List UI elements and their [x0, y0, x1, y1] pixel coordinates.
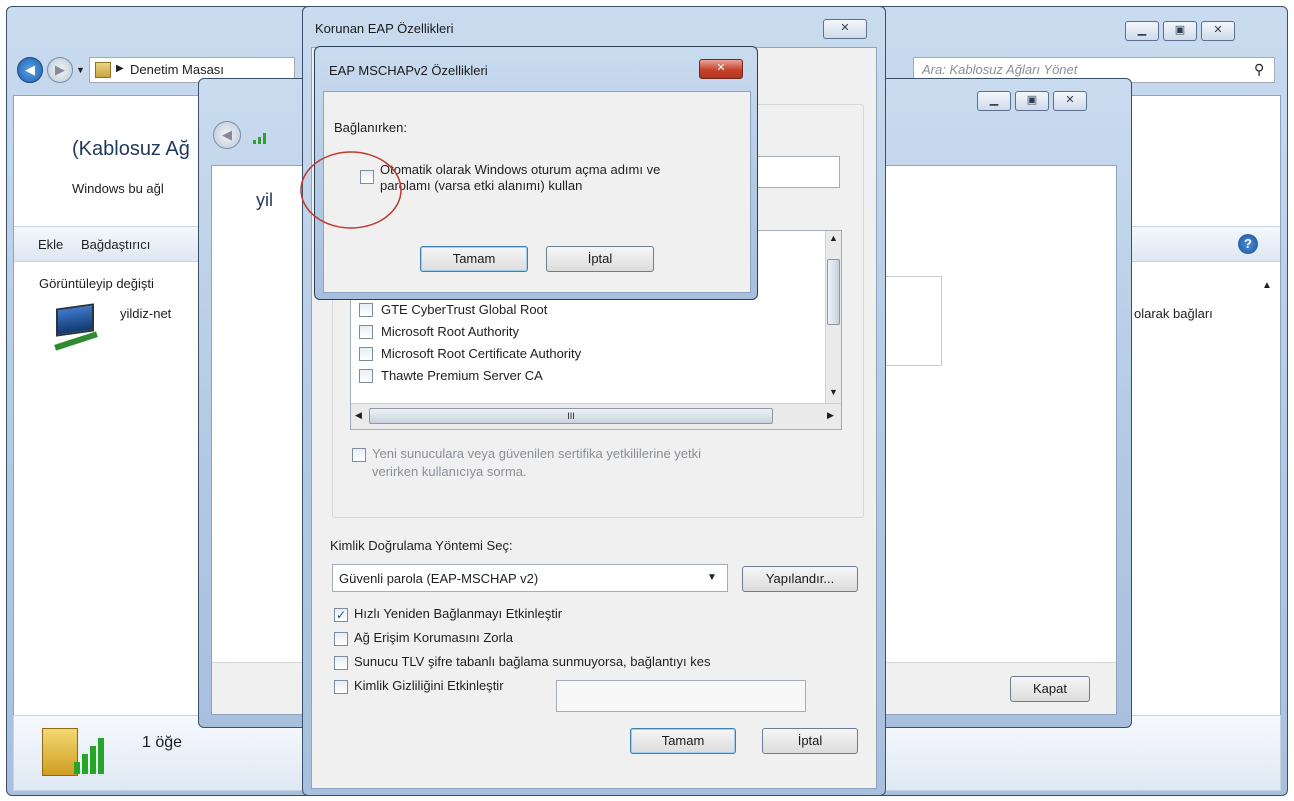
identity-privacy-label: Kimlik Gizliliğini Etkinleştir	[354, 678, 504, 693]
hscroll-thumb[interactable]: III	[369, 408, 773, 424]
network-list-icon	[50, 303, 104, 351]
cert-checkbox[interactable]	[359, 347, 373, 361]
new-servers-line2: verirken kullanıcıya sorma.	[372, 464, 527, 479]
back-button[interactable]: ◀	[17, 57, 43, 83]
wireless-maximize-button[interactable]: ▣	[1015, 91, 1049, 111]
cert-checkbox[interactable]	[359, 303, 373, 317]
identity-privacy-input[interactable]	[556, 680, 806, 712]
auth-method-value: Güvenli parola (EAP-MSCHAP v2)	[339, 571, 539, 586]
mschap-dialog: EAP MSCHAPv2 Özellikleri ✕ Bağlanırken: …	[314, 46, 758, 300]
nap-checkbox[interactable]	[334, 632, 348, 646]
wireless-minimize-button[interactable]: ▁	[977, 91, 1011, 111]
search-icon[interactable]: ⚲	[1254, 61, 1264, 78]
close-button[interactable]: ✕	[1201, 21, 1235, 41]
auth-method-label: Kimlik Doğrulama Yöntemi Seç:	[330, 538, 513, 553]
identity-privacy-checkbox[interactable]	[334, 680, 348, 694]
new-servers-line1: Yeni sunuculara veya güvenilen sertifika…	[372, 446, 702, 461]
network-name[interactable]: yildiz-net	[120, 306, 171, 321]
scroll-thumb[interactable]	[827, 259, 840, 325]
chevron-down-icon[interactable]: ▼	[707, 572, 717, 583]
add-button[interactable]: Ekle	[38, 237, 63, 252]
page-title: (Kablosuz Ağ	[72, 138, 190, 160]
cert-item: Microsoft Root Authority	[381, 324, 519, 339]
fast-reconnect-label: Hızlı Yeniden Bağlanmayı Etkinleştir	[354, 606, 563, 621]
page-subtitle: Windows bu ağl	[72, 181, 164, 196]
wireless-close-button[interactable]: ✕	[1053, 91, 1087, 111]
scroll-right-arrow-icon[interactable]: ▶	[827, 410, 834, 421]
cert-item: Thawte Premium Server CA	[381, 368, 543, 383]
maximize-button[interactable]: ▣	[1163, 21, 1197, 41]
cert-item: GTE CyberTrust Global Root	[381, 302, 548, 317]
cert-checkbox[interactable]	[359, 325, 373, 339]
breadcrumb-item[interactable]: Denetim Masası	[130, 62, 224, 77]
mschap-cancel-button[interactable]: İptal	[546, 246, 654, 272]
scroll-left-arrow-icon[interactable]: ◀	[355, 410, 362, 421]
nap-label: Ağ Erişim Korumasını Zorla	[354, 630, 513, 645]
wireless-title: yil	[256, 190, 273, 210]
view-label: Görüntüleyip değişti	[39, 276, 154, 291]
mschap-dialog-title: EAP MSCHAPv2 Özellikleri	[329, 63, 488, 78]
cert-checkbox[interactable]	[359, 369, 373, 383]
cert-item: Microsoft Root Certificate Authority	[381, 346, 582, 361]
network-folder-icon	[95, 62, 111, 78]
cert-hscrollbar[interactable]: ◀ III ▶	[351, 403, 841, 429]
auth-method-select[interactable]: Güvenli parola (EAP-MSCHAP v2) ▼	[332, 564, 728, 592]
search-placeholder: Ara: Kablosuz Ağları Yönet	[922, 62, 1078, 77]
wireless-back-button[interactable]: ◀	[213, 121, 241, 149]
close-button-kapat[interactable]: Kapat	[1010, 676, 1090, 702]
status-count: 1 öğe	[142, 734, 183, 751]
eap-cancel-button[interactable]: İptal	[762, 728, 858, 754]
configure-button[interactable]: Yapılandır...	[742, 566, 858, 592]
right-column-text: olarak bağları	[1134, 306, 1213, 321]
eap-dialog-title: Korunan EAP Özellikleri	[315, 21, 454, 36]
forward-button[interactable]: ▶	[47, 57, 73, 83]
auto-logon-line2: parolamı (varsa etki alanımı) kullan	[380, 178, 583, 193]
scroll-down-arrow-icon[interactable]: ▼	[829, 387, 838, 397]
mschap-close-button[interactable]: ✕	[699, 59, 743, 79]
tlv-label: Sunucu TLV şifre tabanlı bağlama sunmuyo…	[354, 654, 711, 669]
minimize-button[interactable]: ▁	[1125, 21, 1159, 41]
scroll-up-arrow-icon[interactable]: ▲	[829, 233, 838, 243]
breadcrumb-arrow-icon: ▶	[116, 63, 124, 74]
history-dropdown-icon[interactable]: ▼	[76, 65, 85, 75]
cert-scrollbar[interactable]: ▲ ▼	[825, 231, 841, 403]
wireless-folder-icon	[42, 724, 104, 782]
help-icon[interactable]: ?	[1238, 234, 1258, 254]
new-servers-checkbox[interactable]	[352, 448, 366, 462]
adapter-button[interactable]: Bağdaştırıcı	[81, 237, 150, 252]
scroll-up-icon[interactable]: ▲	[1262, 280, 1272, 291]
eap-ok-button[interactable]: Tamam	[630, 728, 736, 754]
connecting-label: Bağlanırken:	[334, 120, 407, 135]
auto-logon-line1: Otomatik olarak Windows oturum açma adım…	[380, 162, 661, 177]
mschap-body: Bağlanırken: Otomatik olarak Windows otu…	[323, 91, 751, 293]
tlv-checkbox[interactable]	[334, 656, 348, 670]
wireless-signal-icon	[253, 129, 273, 145]
auto-logon-checkbox[interactable]	[360, 170, 374, 184]
eap-close-button[interactable]: ✕	[823, 19, 867, 39]
fast-reconnect-checkbox[interactable]: ✓	[334, 608, 348, 622]
mschap-ok-button[interactable]: Tamam	[420, 246, 528, 272]
